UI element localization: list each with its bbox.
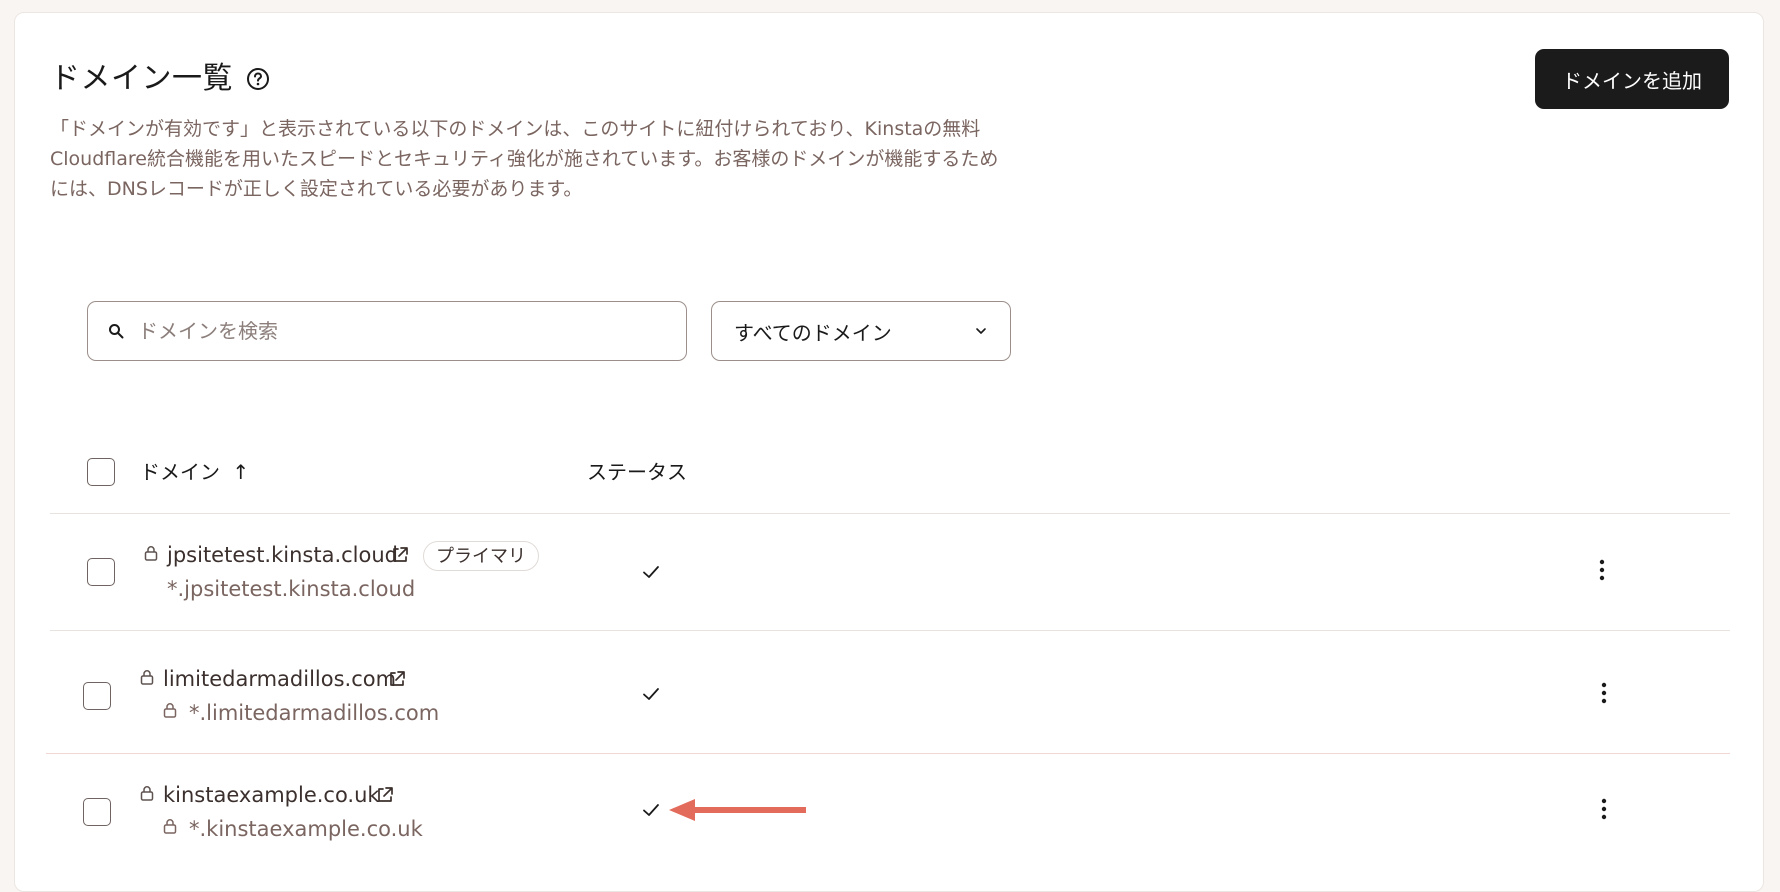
lock-icon <box>140 786 154 801</box>
subdomain-text: *.limitedarmadillos.com <box>189 701 440 725</box>
row-checkbox[interactable] <box>83 798 111 826</box>
help-icon[interactable] <box>245 66 271 92</box>
domain-link[interactable]: kinstaexample.co.uk <box>163 781 380 809</box>
lock-icon <box>163 819 177 834</box>
check-icon <box>643 688 659 700</box>
page-title: ドメイン一覧 <box>50 61 233 96</box>
kebab-menu-icon[interactable] <box>1599 798 1609 820</box>
search-field[interactable] <box>87 301 687 361</box>
select-all-checkbox[interactable] <box>87 458 115 486</box>
lock-icon <box>144 546 158 561</box>
check-icon <box>643 804 659 816</box>
row-divider <box>50 630 1730 631</box>
header-divider <box>50 513 1730 514</box>
search-input[interactable] <box>136 318 680 344</box>
subdomain-text: *.kinstaexample.co.uk <box>189 817 423 841</box>
lock-icon <box>140 670 154 685</box>
domain-link[interactable]: limitedarmadillos.com <box>163 665 396 693</box>
row-checkbox[interactable] <box>83 682 111 710</box>
filter-selected-label: すべてのドメイン <box>734 320 892 345</box>
search-icon <box>109 324 124 339</box>
chevron-down-icon <box>976 328 986 334</box>
kebab-menu-icon[interactable] <box>1599 682 1609 704</box>
external-link-icon[interactable] <box>375 785 395 805</box>
annotation-arrow <box>669 799 806 821</box>
external-link-icon[interactable] <box>390 545 410 565</box>
lock-icon <box>163 703 177 718</box>
check-icon <box>643 566 659 578</box>
column-header-status: ステータス <box>587 460 687 484</box>
add-domain-button[interactable]: ドメインを追加 <box>1535 49 1729 109</box>
kebab-menu-icon[interactable] <box>1597 559 1607 581</box>
row-divider <box>46 753 1730 754</box>
sort-arrow-up-icon: ↑ <box>232 460 250 484</box>
row-checkbox[interactable] <box>87 558 115 586</box>
page-description: 「ドメインが有効です」と表示されている以下のドメインは、このサイトに紐付けられて… <box>50 118 999 200</box>
domain-filter-select[interactable]: すべてのドメイン <box>711 301 1011 361</box>
column-header-domain-label: ドメイン <box>140 460 220 484</box>
column-header-domain[interactable]: ドメイン ↑ <box>140 458 249 486</box>
domain-link[interactable]: jpsitetest.kinsta.cloud <box>167 541 398 569</box>
primary-badge: プライマリ <box>423 541 539 571</box>
external-link-icon[interactable] <box>387 669 407 689</box>
subdomain-text: *.jpsitetest.kinsta.cloud <box>167 577 416 601</box>
